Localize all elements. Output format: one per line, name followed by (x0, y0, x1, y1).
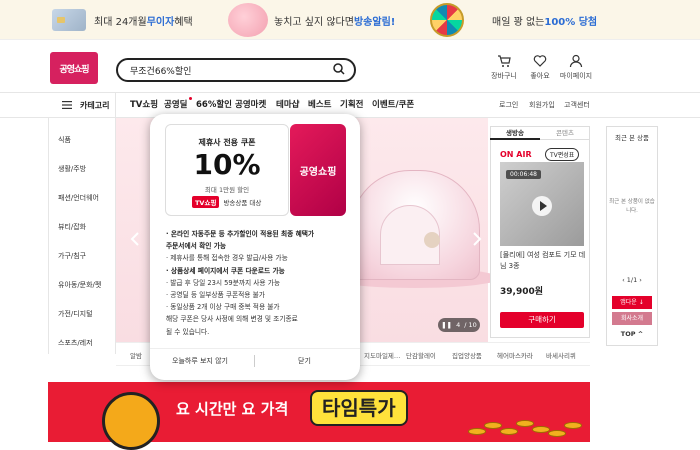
coupon-max-discount: 최대 1만원 할인 (204, 186, 250, 194)
user-icon (569, 54, 583, 68)
banner-headline: 요 시간만 요 가격 (176, 400, 289, 418)
cart-label: 장바구니 (491, 72, 517, 80)
cart-button[interactable]: 장바구니 (486, 54, 522, 81)
on-air-label: ON AIR (500, 150, 532, 159)
coupon-note: · 동일상품 2개 이상 구매 중복 적용 불가 (166, 303, 280, 312)
coupon-tv-badge: TV쇼핑 (192, 196, 220, 208)
search-input-value: 무조건66%할인 (130, 66, 192, 77)
cart-icon (498, 55, 511, 67)
hero-thumb-link[interactable]: 지도마일제… (364, 350, 400, 360)
promo-alert-prefix: 놓치고 싶지 않다면 (274, 16, 354, 28)
customer-center-link[interactable]: 고객센터 (564, 92, 590, 118)
login-link[interactable]: 로그인 (499, 92, 518, 118)
category-item[interactable]: 유아동/문화/펫 (58, 280, 101, 290)
video-timer: 00:06:48 (506, 170, 541, 179)
signup-link[interactable]: 회원가입 (529, 92, 555, 118)
banner-badge: 타임특가 (310, 390, 408, 426)
category-item[interactable]: 가전/디지털 (58, 309, 93, 319)
tv-schedule-button[interactable]: TV편성표 (545, 148, 580, 161)
category-item[interactable]: 가구/침구 (58, 251, 86, 261)
promo-card-installment[interactable]: 최대 24개월 무이자 혜택 (52, 0, 193, 40)
hero-pager[interactable]: ❚❚ 4 / 10 (438, 318, 480, 332)
promo-wheel-prefix: 매일 꽝 없는 (492, 16, 545, 28)
category-item[interactable]: 식품 (58, 135, 71, 145)
recent-empty-message: 최근 본 상품이 없습니다. (609, 199, 655, 214)
site-logo[interactable]: 공영쇼핑 (50, 52, 98, 84)
alarm-clock-icon (102, 392, 160, 450)
coupon-percent: 10% (193, 148, 261, 181)
mypage-label: 마이페이지 (559, 72, 593, 80)
category-menu-button[interactable]: 카테고리 (48, 92, 116, 118)
category-item[interactable]: 패션/언더웨어 (58, 193, 99, 203)
app-download-button[interactable]: 앱다운 ↓ (612, 296, 652, 309)
recent-pager[interactable]: ‹ 1/1 › (610, 276, 654, 284)
buy-button[interactable]: 구매하기 (500, 312, 584, 328)
piggy-mascot-icon (228, 3, 268, 37)
heart-icon (533, 55, 547, 67)
play-icon[interactable] (532, 196, 552, 216)
gnb-event-coupon[interactable]: 이벤트/쿠폰 (372, 92, 414, 118)
promo-broadcast-alert[interactable]: 놓치고 싶지 않다면 방송알림! (228, 0, 395, 40)
recent-pager-text: 1/1 (626, 276, 638, 284)
recent-title: 최근 본 상품 (614, 134, 650, 142)
coupon-note: 해당 쿠폰은 당사 사정에 의해 변경 및 조기종료 (166, 315, 298, 324)
dismiss-today-button[interactable]: 오늘하루 보지 않기 (172, 356, 228, 366)
promo-card-bold: 무이자 (146, 16, 175, 28)
hero-prev-arrow-icon[interactable] (128, 232, 142, 246)
category-item[interactable]: 생활/주방 (58, 164, 86, 174)
tab-live[interactable]: 생방송 (490, 126, 540, 140)
hero-thumb-link[interactable]: 알밤 (130, 350, 142, 360)
teddy-bear-image (424, 232, 440, 248)
like-label: 좋아요 (530, 72, 550, 80)
hero-thumb-link[interactable]: 바세사리퀴 (546, 350, 576, 360)
company-intro-button[interactable]: 회사소개 (612, 312, 652, 325)
coupon-target-text: 방송상품 대상 (223, 199, 262, 207)
close-popup-button[interactable]: 닫기 (298, 356, 311, 366)
coupon-note: · 상품상세 페이지에서 쿠폰 다운로드 가능 (166, 266, 285, 275)
coupon-note: · 발급 후 당일 23시 59분까지 사용 가능 (166, 278, 281, 287)
coupon-note: · 제휴사를 통해 접속한 경우 발급/사용 가능 (166, 254, 288, 263)
hero-thumb-link[interactable]: 집업양상품 (452, 350, 482, 360)
promo-card-suffix: 혜택 (174, 16, 193, 28)
tab-contents[interactable]: 콘텐츠 (540, 126, 590, 140)
coupon-brand-logo: 공영쇼핑 (290, 124, 346, 216)
pager-current: 4 (456, 321, 461, 329)
mypage-button[interactable]: 마이페이지 (556, 54, 596, 81)
promo-card-prefix: 최대 24개월 (94, 16, 147, 28)
hero-thumb-link[interactable]: 헤어마스카라 (497, 350, 533, 360)
coupon-note: 될 수 있습니다. (166, 327, 210, 336)
search-icon[interactable] (333, 63, 345, 75)
category-item[interactable]: 뷰티/잡화 (58, 222, 86, 232)
roulette-wheel-icon (430, 3, 464, 37)
coupon-note: · 온라인 자동주문 등 추가할인이 적용된 최종 혜택가 (166, 230, 315, 238)
promo-daily-wheel[interactable]: 매일 꽝 없는 100% 당첨 (430, 0, 597, 40)
coupon-target: TV쇼핑 방송상품 대상 (192, 196, 261, 208)
promo-wheel-bold: 100% 당첨 (544, 16, 598, 28)
hero-next-arrow-icon[interactable] (470, 232, 484, 246)
like-button[interactable]: 좋아요 (522, 54, 558, 81)
pager-total: / 10 (464, 321, 477, 329)
scroll-top-button[interactable]: TOP ^ (612, 330, 652, 338)
live-product-name[interactable]: [몰리에] 여성 컴포트 기모 데님 3종 (500, 250, 586, 272)
coupon-note: 주문서에서 확인 가능 (166, 242, 227, 251)
category-item[interactable]: 스포츠/레저 (58, 338, 93, 348)
footer-divider (254, 355, 255, 367)
hamburger-icon (62, 101, 72, 109)
promo-alert-bold: 방송알림! (353, 16, 396, 28)
hero-thumb-link[interactable]: 단감할레이 (406, 350, 436, 360)
category-label: 카테고리 (80, 100, 110, 110)
credit-card-icon (52, 9, 86, 31)
pause-icon[interactable]: ❚❚ (441, 321, 452, 329)
coupon-notes: · 온라인 자동주문 등 추가할인이 적용된 최종 혜택가 주문서에서 확인 가… (166, 228, 352, 338)
gnb-tv-shopping[interactable]: TV쇼핑 (130, 92, 158, 118)
coupon-note: · 공영딜 등 일부상품 쿠폰적용 불가 (166, 291, 265, 300)
new-dot-indicator (189, 97, 192, 100)
live-product-price: 39,900원 (500, 287, 544, 297)
search-input[interactable]: 무조건66%할인 (116, 58, 356, 82)
